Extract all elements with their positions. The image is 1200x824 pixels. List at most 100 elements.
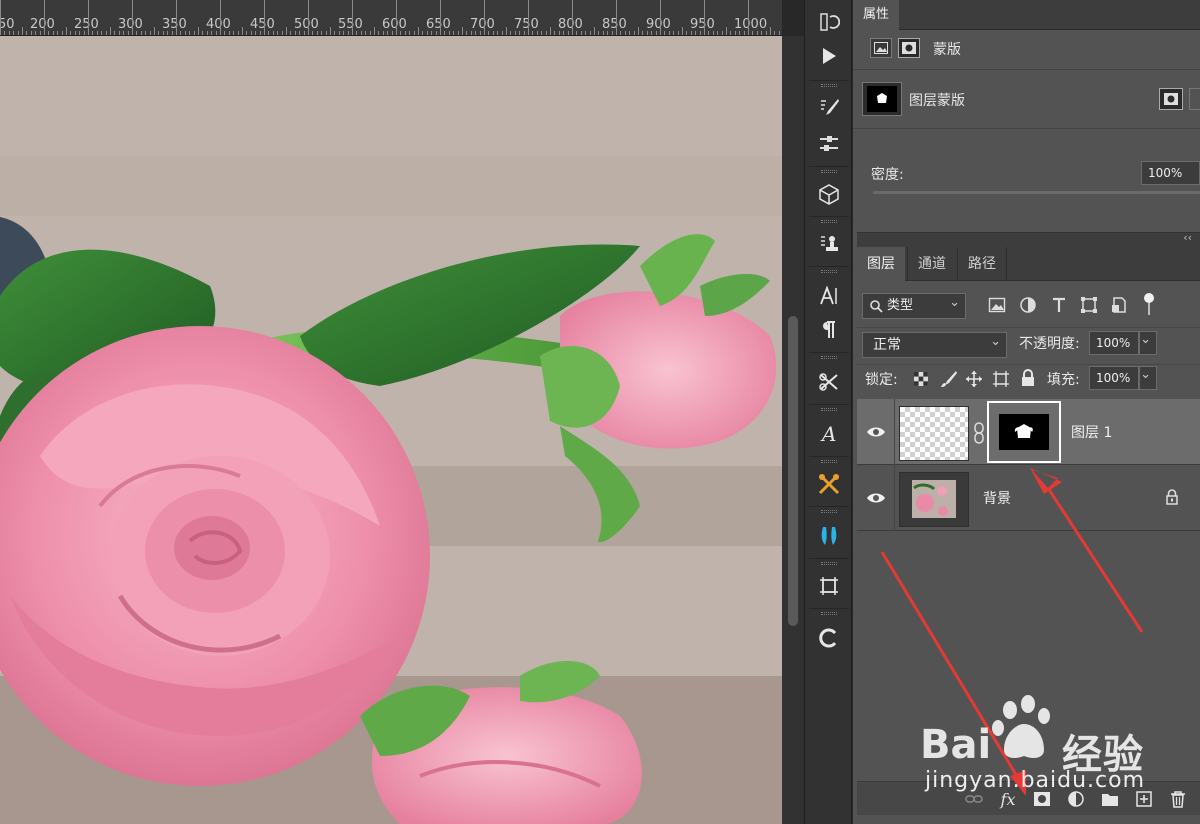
scrollbar-thumb[interactable] — [788, 316, 798, 626]
ruler-tick — [409, 31, 410, 35]
select-mask-icon[interactable] — [1159, 88, 1183, 110]
ruler-tick — [695, 31, 696, 35]
tab-channels[interactable]: 通道 — [907, 247, 956, 281]
refresh-c-icon[interactable] — [809, 620, 849, 656]
canvas-vertical-scrollbar[interactable] — [782, 36, 804, 824]
ruler-tick — [532, 31, 533, 35]
ruler-tick — [229, 31, 230, 35]
lock-position-move-icon[interactable] — [965, 370, 983, 388]
layer-row-layer1[interactable]: 图层 1 — [857, 399, 1200, 465]
clone-source-icon[interactable] — [809, 226, 849, 262]
tab-properties[interactable]: 属性 — [853, 0, 900, 30]
vector-mask-add-icon[interactable] — [1189, 88, 1200, 110]
tool-presets-icon[interactable] — [809, 364, 849, 400]
vector-mask-icon[interactable] — [898, 38, 920, 58]
ruler-tick — [392, 31, 393, 35]
brush-settings-icon[interactable] — [809, 90, 849, 126]
watermark-url: jingyan.baidu.com — [925, 768, 1146, 793]
background-name[interactable]: 背景 — [983, 488, 1011, 508]
filter-toggle-icon[interactable] — [1142, 291, 1156, 317]
lock-transparent-icon[interactable] — [913, 371, 929, 387]
ruler-label: 700 — [470, 17, 495, 32]
ruler-tick — [660, 0, 661, 35]
document-canvas[interactable] — [0, 36, 782, 824]
collapse-panels-button[interactable]: ‹‹ — [1183, 231, 1192, 244]
ruler-tick — [480, 31, 481, 35]
tab-paths[interactable]: 路径 — [957, 247, 1007, 281]
ruler-tick — [427, 31, 428, 35]
watermark-brand: Bai — [920, 722, 992, 768]
brush-presets-icon[interactable] — [809, 126, 849, 162]
plugin-orange-icon[interactable] — [809, 466, 849, 502]
actions-play-icon[interactable] — [809, 38, 849, 74]
ruler-tick — [101, 31, 102, 35]
plugin-blue-icon[interactable] — [809, 518, 849, 554]
ruler-tick — [343, 31, 344, 35]
opacity-dropdown[interactable] — [1139, 329, 1157, 355]
layer1-name[interactable]: 图层 1 — [1071, 422, 1112, 442]
ruler-tick — [686, 31, 687, 35]
lock-artboard-icon[interactable] — [992, 370, 1010, 388]
tab-layers[interactable]: 图层 — [857, 247, 905, 281]
glyphs-icon[interactable]: A — [809, 416, 849, 452]
ruler-tick — [414, 31, 415, 35]
layer-locked-icon — [1166, 489, 1178, 505]
ruler-tick — [673, 31, 674, 35]
ruler-tick — [119, 31, 120, 35]
ruler-tick — [92, 31, 93, 35]
ruler-tick — [277, 31, 278, 35]
ruler-tick — [352, 0, 353, 35]
ruler-tick — [458, 31, 459, 35]
ruler-tick — [576, 31, 577, 35]
ruler-label: 600 — [382, 17, 407, 32]
mask-section-label: 蒙版 — [933, 42, 961, 58]
layer1-mask-thumbnail[interactable] — [987, 401, 1061, 463]
ruler-tick — [612, 31, 613, 35]
density-slider[interactable] — [873, 191, 1200, 194]
filter-pixel-icon[interactable] — [988, 296, 1006, 314]
ruler-label: 950 — [690, 17, 715, 32]
lock-all-icon[interactable] — [1020, 369, 1036, 387]
fill-input[interactable]: 100% — [1089, 366, 1139, 390]
ruler-tick — [326, 31, 327, 35]
ruler-tick — [400, 31, 401, 35]
ruler-tick — [568, 31, 569, 35]
ruler-label: 650 — [426, 17, 451, 32]
pixel-mask-icon[interactable] — [870, 38, 892, 58]
ruler-tick — [739, 31, 740, 35]
eye-visibility-icon[interactable] — [865, 487, 887, 509]
ruler-tick — [334, 31, 335, 35]
opacity-input[interactable]: 100% — [1089, 331, 1139, 355]
layer-row-background[interactable]: 背景 — [857, 465, 1200, 531]
ruler-label: 250 — [74, 17, 99, 32]
delete-layer-trash-icon[interactable] — [1167, 788, 1189, 810]
density-input[interactable]: 100% — [1141, 161, 1200, 185]
ruler-tick — [515, 31, 516, 35]
ruler-tick — [198, 27, 199, 35]
ruler-tick — [502, 31, 503, 35]
blend-mode-select[interactable]: 正常 — [862, 330, 1007, 358]
paragraph-icon[interactable] — [809, 312, 849, 348]
ruler-tick — [506, 27, 507, 35]
3d-cube-icon[interactable] — [809, 176, 849, 212]
filter-adjustment-icon[interactable] — [1019, 296, 1037, 314]
artboard-icon[interactable] — [809, 568, 849, 604]
ruler-tick — [625, 31, 626, 35]
ruler-label: 450 — [250, 17, 275, 32]
ruler-tick — [713, 31, 714, 35]
link-chain-icon[interactable] — [973, 421, 985, 445]
ruler-tick — [242, 27, 243, 35]
fill-dropdown[interactable] — [1139, 364, 1157, 390]
ruler-tick — [761, 31, 762, 35]
ruler-tick — [31, 31, 32, 35]
ruler-tick — [308, 0, 309, 35]
filter-smart-object-icon[interactable] — [1110, 296, 1128, 314]
character-icon[interactable] — [809, 278, 849, 314]
filter-type-icon[interactable] — [1050, 296, 1068, 314]
eye-visibility-icon[interactable] — [865, 421, 887, 443]
ruler-tick — [396, 0, 397, 35]
history-icon[interactable] — [809, 4, 849, 40]
filter-shape-icon[interactable] — [1080, 296, 1098, 314]
lock-pixels-brush-icon[interactable] — [940, 370, 958, 388]
ruler-tick — [405, 31, 406, 35]
